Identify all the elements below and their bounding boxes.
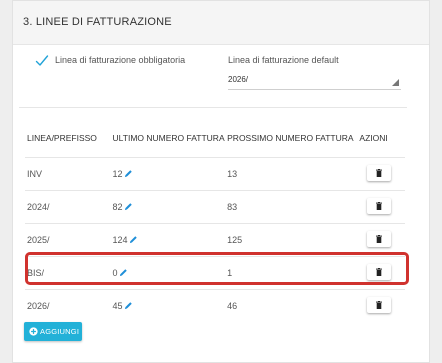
last-number-value: 0 bbox=[112, 268, 118, 278]
check-icon[interactable] bbox=[35, 54, 49, 68]
pencil-icon[interactable] bbox=[119, 268, 128, 277]
plus-circle-icon bbox=[29, 327, 38, 336]
last-number-cell: 82 bbox=[110, 190, 226, 224]
next-number-cell: 46 bbox=[227, 301, 238, 311]
column-header-prefix: LINEA/PREFISSO bbox=[25, 119, 111, 158]
trash-icon bbox=[376, 268, 383, 276]
last-number-cell: 0 bbox=[110, 256, 226, 290]
table-row: 2025/ 124 125 bbox=[25, 223, 405, 257]
last-number-cell: 12 bbox=[110, 157, 226, 191]
table-header-row: LINEA/PREFISSO ULTIMO NUMERO FATTURA PRO… bbox=[25, 119, 405, 158]
last-number-cell: 45 bbox=[111, 290, 226, 323]
last-number-value: 45 bbox=[112, 301, 123, 311]
trash-icon bbox=[376, 235, 383, 243]
prefix-cell: BIS/ bbox=[25, 256, 111, 290]
table-row: 2024/ 82 83 bbox=[25, 190, 405, 224]
next-number-cell: 13 bbox=[225, 157, 358, 191]
pencil-icon[interactable] bbox=[124, 301, 133, 310]
section-title: 3. LINEE DI FATTURAZIONE bbox=[23, 16, 172, 28]
pencil-icon[interactable] bbox=[129, 235, 138, 244]
last-number-value: 124 bbox=[112, 235, 128, 245]
column-header-actions: AZIONI bbox=[357, 119, 405, 158]
panel-header: 3. LINEE DI FATTURAZIONE bbox=[13, 1, 429, 45]
actions-cell bbox=[357, 223, 405, 257]
billing-lines-table: LINEA/PREFISSO ULTIMO NUMERO FATTURA PRO… bbox=[25, 119, 405, 322]
next-number-cell: 83 bbox=[225, 190, 358, 224]
next-number-cell: 1 bbox=[225, 256, 358, 290]
actions-cell bbox=[357, 190, 405, 224]
last-number-value: 82 bbox=[112, 202, 123, 212]
default-line-label: Linea di fatturazione default bbox=[228, 55, 339, 65]
billing-line-settings: Linea di fatturazione obbligatoria Linea… bbox=[13, 45, 429, 107]
pencil-icon[interactable] bbox=[124, 202, 133, 211]
column-header-next-number: PROSSIMO NUMERO FATTURA bbox=[225, 119, 358, 158]
actions-cell bbox=[357, 256, 405, 290]
trash-icon bbox=[376, 202, 383, 210]
table-row-highlighted: BIS/ 0 1 bbox=[25, 256, 405, 290]
billing-lines-panel: 3. LINEE DI FATTURAZIONE Linea di fattur… bbox=[12, 0, 430, 363]
dropdown-arrow-icon bbox=[392, 79, 399, 86]
delete-button[interactable] bbox=[367, 198, 392, 214]
actions-cell bbox=[357, 157, 405, 191]
default-line-select[interactable]: 2026/ bbox=[228, 69, 401, 90]
pencil-icon[interactable] bbox=[124, 169, 133, 178]
delete-button[interactable] bbox=[367, 264, 392, 280]
last-number-cell: 124 bbox=[110, 223, 226, 257]
prefix-cell: 2025/ bbox=[25, 223, 111, 257]
delete-button[interactable] bbox=[367, 297, 392, 313]
delete-button[interactable] bbox=[367, 165, 392, 181]
table-row: 2026/ 45 46 bbox=[25, 290, 405, 323]
delete-button[interactable] bbox=[367, 231, 392, 247]
last-number-value: 12 bbox=[112, 169, 123, 179]
prefix-cell: 2024/ bbox=[25, 190, 111, 224]
trash-icon bbox=[376, 169, 383, 177]
prefix-cell: 2026/ bbox=[27, 301, 50, 311]
add-button-label: AGGIUNGI bbox=[40, 327, 80, 336]
prefix-cell: INV bbox=[25, 157, 111, 191]
actions-cell bbox=[357, 290, 405, 323]
next-number-cell: 125 bbox=[225, 223, 358, 257]
column-header-last-number: ULTIMO NUMERO FATTURA bbox=[110, 119, 226, 158]
default-line-value: 2026/ bbox=[228, 75, 249, 84]
trash-icon bbox=[376, 301, 383, 309]
divider bbox=[19, 107, 407, 108]
table-row: INV 12 13 bbox=[25, 157, 405, 191]
add-button[interactable]: AGGIUNGI bbox=[24, 322, 82, 341]
mandatory-line-label[interactable]: Linea di fatturazione obbligatoria bbox=[55, 55, 185, 65]
